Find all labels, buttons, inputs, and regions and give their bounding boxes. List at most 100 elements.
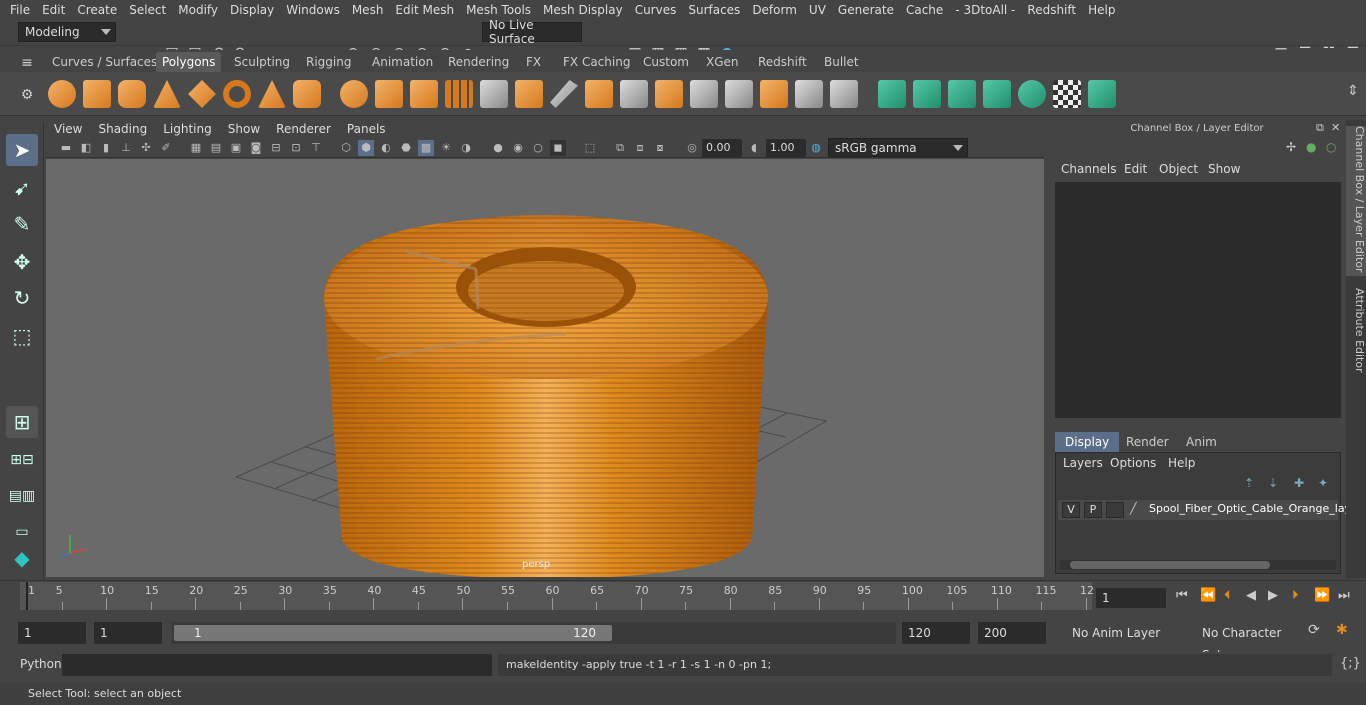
timeline-bar[interactable]: 1 5 10 15 20 25 30 35 40 45 50 55 60 65 70 75 80 85 90 95 10…: [20, 582, 1094, 610]
new-layer-icon[interactable]: ✚: [1294, 476, 1304, 490]
film-gate-icon[interactable]: ▤: [208, 140, 224, 156]
uv-planar-icon[interactable]: [878, 80, 906, 108]
viewport-menu-renderer[interactable]: Renderer: [268, 122, 339, 136]
screen-space-ao-icon[interactable]: ●: [490, 140, 506, 156]
step-back-frame-icon[interactable]: ⏴: [1224, 588, 1231, 603]
exposure-field[interactable]: 0.00: [702, 139, 742, 157]
grid-toggle-icon[interactable]: ▦: [188, 140, 204, 156]
poly-pyramid-icon[interactable]: [258, 80, 286, 108]
anim-layer-dropdown[interactable]: No Anim Layer: [1066, 622, 1190, 644]
script-editor-icon[interactable]: {;}: [1340, 656, 1361, 671]
safe-action-icon[interactable]: ⊡: [288, 140, 304, 156]
menu-uv[interactable]: UV: [803, 0, 832, 20]
current-frame-field[interactable]: 1: [1096, 588, 1166, 608]
isolate-select-icon[interactable]: ⬚: [582, 140, 598, 156]
fill-hole-icon[interactable]: [690, 80, 718, 108]
freeze-transform-icon[interactable]: [830, 80, 858, 108]
field-chart-icon[interactable]: ⊟: [268, 140, 284, 156]
poly-cube-icon[interactable]: [83, 80, 111, 108]
xray-joints-icon[interactable]: ⧈: [632, 140, 648, 156]
shelf-tab-bullet[interactable]: Bullet: [818, 52, 865, 72]
move-tool-icon[interactable]: ✥: [6, 246, 38, 278]
new-layer-selected-icon[interactable]: ✦: [1318, 476, 1328, 490]
textured-icon[interactable]: ▩: [418, 140, 434, 156]
menu-surfaces[interactable]: Surfaces: [682, 0, 746, 20]
image-plane-icon[interactable]: ⊥: [118, 140, 134, 156]
layer-menu-options[interactable]: Options: [1110, 456, 1156, 470]
layer-visibility-toggle[interactable]: V: [1062, 502, 1080, 518]
safe-title-icon[interactable]: ⊤: [308, 140, 324, 156]
hyper-icon[interactable]: ○: [1326, 140, 1336, 154]
script-language-label[interactable]: Python: [20, 657, 62, 671]
target-weld-icon[interactable]: [760, 80, 788, 108]
use-all-lights-icon[interactable]: ☀: [438, 140, 454, 156]
camera-attr-icon[interactable]: ◧: [78, 140, 94, 156]
layer-playback-toggle[interactable]: P: [1084, 502, 1102, 518]
viewport-menu-show[interactable]: Show: [220, 122, 268, 136]
menu-mesh-tools[interactable]: Mesh Tools: [460, 0, 537, 20]
uv-unfold-icon[interactable]: [1018, 80, 1046, 108]
layer-name[interactable]: Spool_Fiber_Optic_Cable_Orange_lay: [1149, 502, 1351, 515]
character-set-dropdown[interactable]: No Character Set: [1196, 622, 1300, 662]
viewport-menu-view[interactable]: View: [46, 122, 90, 136]
poly-sphere-icon[interactable]: [48, 80, 76, 108]
viewport-menu-lighting[interactable]: Lighting: [155, 122, 220, 136]
uv-layout-icon[interactable]: [1088, 80, 1116, 108]
range-bar[interactable]: 1 120: [172, 622, 896, 644]
live-surface-field[interactable]: No Live Surface: [482, 18, 582, 46]
smooth-icon[interactable]: [445, 80, 473, 108]
viewport-menu-panels[interactable]: Panels: [339, 122, 394, 136]
shelf-tab-animation[interactable]: Animation: [366, 52, 439, 72]
cb-menu-channels[interactable]: Channels: [1061, 162, 1117, 176]
menu-windows[interactable]: Windows: [280, 0, 346, 20]
xray-components-icon[interactable]: ⧇: [652, 140, 668, 156]
mode-dropdown[interactable]: Modeling: [18, 22, 116, 42]
menu-generate[interactable]: Generate: [832, 0, 900, 20]
move-layer-up-icon[interactable]: ⇡: [1244, 476, 1254, 490]
poly-cone-icon[interactable]: [153, 80, 181, 108]
center-pivot-icon[interactable]: [795, 80, 823, 108]
playback-start-field[interactable]: 1: [94, 622, 162, 644]
shelf-tab-fx-caching[interactable]: FX Caching: [557, 52, 636, 72]
smooth-shade-icon[interactable]: ⬢: [358, 140, 374, 156]
poly-pipe-icon[interactable]: [293, 80, 321, 108]
anti-aliasing-icon[interactable]: ○: [530, 140, 546, 156]
colorspace-dropdown[interactable]: sRGB gamma: [828, 138, 968, 157]
tab-render[interactable]: Render: [1116, 432, 1179, 452]
shelf-menu-icon[interactable]: ≡: [18, 54, 36, 72]
camera-select-icon[interactable]: ▬: [58, 140, 74, 156]
shadows-icon[interactable]: ◑: [458, 140, 474, 156]
auto-key-icon[interactable]: ⟳: [1308, 622, 1320, 638]
single-view-icon[interactable]: ⊞: [6, 406, 38, 438]
perspective-viewport[interactable]: persp: [46, 159, 1044, 577]
cb-menu-show[interactable]: Show: [1208, 162, 1240, 176]
poly-cylinder-icon[interactable]: [118, 80, 146, 108]
extrude-icon[interactable]: [515, 80, 543, 108]
layer-menu-help[interactable]: Help: [1168, 456, 1195, 470]
anim-prefs-icon[interactable]: ✱: [1336, 622, 1348, 638]
menu-edit[interactable]: Edit: [36, 0, 71, 20]
menu-curves[interactable]: Curves: [629, 0, 683, 20]
poly-plane-icon[interactable]: [188, 80, 216, 108]
bevel-icon[interactable]: [585, 80, 613, 108]
gamma-icon[interactable]: ◖: [746, 140, 762, 156]
step-forward-frame-icon[interactable]: ⏵: [1292, 588, 1299, 603]
speed-icon[interactable]: ●: [1306, 140, 1316, 154]
poly-torus-icon[interactable]: [223, 80, 251, 108]
combine-icon[interactable]: [340, 80, 368, 108]
tab-display[interactable]: Display: [1055, 432, 1120, 452]
separate-icon[interactable]: [375, 80, 403, 108]
outliner-layout-icon[interactable]: ▤▥: [6, 480, 38, 512]
shelf-tab-polygons[interactable]: Polygons: [156, 52, 222, 72]
bridge-icon[interactable]: [620, 80, 648, 108]
shelf-tab-rendering[interactable]: Rendering: [442, 52, 515, 72]
multi-cut-icon[interactable]: [550, 80, 578, 108]
spool-fiber-optic-cable[interactable]: [324, 215, 768, 577]
rotate-tool-icon[interactable]: ↻: [6, 282, 38, 314]
menu-modify[interactable]: Modify: [172, 0, 224, 20]
uv-automatic-icon[interactable]: [983, 80, 1011, 108]
shelf-tab-curves-surfaces[interactable]: Curves / Surfaces: [46, 52, 163, 72]
range-handle[interactable]: 1 120: [174, 625, 612, 641]
four-view-icon[interactable]: ⊞⊟: [6, 444, 38, 476]
wireframe-icon[interactable]: ⬡: [338, 140, 354, 156]
